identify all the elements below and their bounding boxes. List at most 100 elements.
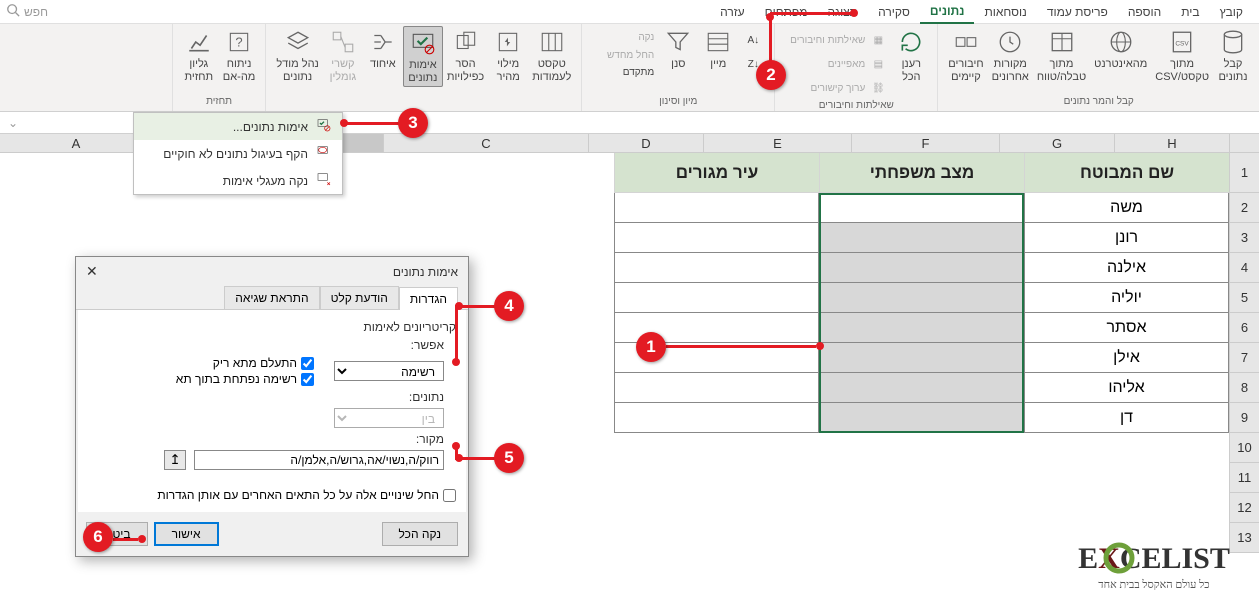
forecast-sheet-button[interactable]: גליון תחזית xyxy=(179,26,219,85)
columns-icon xyxy=(538,28,566,56)
forecast-icon xyxy=(185,28,213,56)
queries-connections-button[interactable]: ▦ שאילתות וחיבורים xyxy=(781,30,891,52)
row-header-9[interactable]: 9 xyxy=(1229,403,1259,433)
dropdown-item-circle-invalid[interactable]: הקף בעיגול נתונים לא חוקיים xyxy=(134,140,342,167)
dialog-tab-input-message[interactable]: הודעת קלט xyxy=(320,286,399,309)
column-header-G[interactable]: G xyxy=(999,134,1114,153)
table-cell[interactable]: משה xyxy=(1024,193,1229,223)
ribbon-group-data-tools: טקסט לעמודות מילוי מהיר הסר כפילויות אימ… xyxy=(265,24,581,111)
existing-connections-button[interactable]: חיבורים קיימים xyxy=(944,26,987,85)
row-header-8[interactable]: 8 xyxy=(1229,373,1259,403)
source-input[interactable] xyxy=(194,450,444,470)
get-data-button[interactable]: קבל נתונים xyxy=(1213,26,1253,85)
row-header-10[interactable]: 10 xyxy=(1229,433,1259,463)
data-model-button[interactable]: נהל מודל נתונים xyxy=(272,26,322,85)
in-cell-dropdown-checkbox[interactable]: רשימה נפתחת בתוך תא xyxy=(176,372,314,386)
row-header-12[interactable]: 12 xyxy=(1229,493,1259,523)
from-table-button[interactable]: מתוך טבלה/טווח xyxy=(1033,26,1090,85)
row-header-1[interactable]: 1 xyxy=(1229,153,1259,193)
row-headers: 12345678910111213 xyxy=(1229,134,1259,553)
column-header-H[interactable]: H xyxy=(1114,134,1229,153)
relationships-icon xyxy=(329,28,357,56)
range-picker-button[interactable]: ↥ xyxy=(164,450,186,470)
table-cell[interactable]: יוליה xyxy=(1024,283,1229,313)
table-cell[interactable] xyxy=(614,193,819,223)
allow-select[interactable]: רשימה xyxy=(334,361,444,381)
table-cell[interactable] xyxy=(819,253,1024,283)
refresh-all-button[interactable]: רענן הכל xyxy=(891,26,931,85)
header-cell[interactable]: שם המבוטח xyxy=(1024,153,1229,193)
table-cell[interactable]: דן xyxy=(1024,403,1229,433)
circle-invalid-icon xyxy=(316,144,332,163)
row-header-6[interactable]: 6 xyxy=(1229,313,1259,343)
tab-home[interactable]: בית xyxy=(1171,1,1209,23)
tab-help[interactable]: עזרה xyxy=(710,1,755,23)
text-to-columns-button[interactable]: טקסט לעמודות xyxy=(528,26,575,85)
ok-button[interactable]: אישור xyxy=(154,522,219,546)
header-cell[interactable]: מצב משפחתי xyxy=(819,153,1024,193)
table-cell[interactable] xyxy=(819,223,1024,253)
remove-duplicates-button[interactable]: הסר כפילויות xyxy=(443,26,488,85)
consolidate-button[interactable]: איחוד xyxy=(363,26,403,73)
row-header-4[interactable]: 4 xyxy=(1229,253,1259,283)
table-cell[interactable]: רונן xyxy=(1024,223,1229,253)
apply-all-checkbox[interactable]: החל שינויים אלה על כל התאים האחרים עם או… xyxy=(88,488,456,502)
column-header-E[interactable]: E xyxy=(703,134,851,153)
tab-data[interactable]: נתונים xyxy=(920,0,975,24)
tab-file[interactable]: קובץ xyxy=(1210,1,1253,23)
from-text-button[interactable]: CSV מתוך טקסט/CSV xyxy=(1151,26,1213,85)
sort-button[interactable]: מיין xyxy=(698,26,738,73)
row-header-11[interactable]: 11 xyxy=(1229,463,1259,493)
data-model-icon xyxy=(284,28,312,56)
ignore-blank-checkbox[interactable]: התעלם מתא ריק xyxy=(176,356,314,370)
table-cell[interactable] xyxy=(614,223,819,253)
table-cell[interactable]: אילן xyxy=(1024,343,1229,373)
table-cell[interactable] xyxy=(819,373,1024,403)
svg-text:CSV: CSV xyxy=(1175,40,1189,47)
select-all-corner[interactable] xyxy=(1229,134,1259,153)
table-cell[interactable] xyxy=(614,373,819,403)
tab-formulas[interactable]: נוסחאות xyxy=(974,1,1036,23)
ribbon-group-queries: רענן הכל ▦ שאילתות וחיבורים ▤ מאפיינים ⛓… xyxy=(774,24,937,111)
table-cell[interactable] xyxy=(819,283,1024,313)
column-header-F[interactable]: F xyxy=(851,134,999,153)
sort-az-button[interactable]: ↓A xyxy=(738,30,768,52)
table-cell[interactable]: אסתר xyxy=(1024,313,1229,343)
dialog-title: אימות נתונים xyxy=(393,265,458,279)
recent-sources-button[interactable]: מקורות אחרונים xyxy=(988,26,1033,85)
link-icon: ⛓ xyxy=(869,80,887,98)
table-cell[interactable]: אליהו xyxy=(1024,373,1229,403)
table-cell[interactable] xyxy=(819,343,1024,373)
table-cell[interactable] xyxy=(614,283,819,313)
group-label: מיון וסינון xyxy=(659,96,697,109)
filter-button[interactable]: סנן xyxy=(658,26,698,73)
table-cell[interactable] xyxy=(614,403,819,433)
row-header-3[interactable]: 3 xyxy=(1229,223,1259,253)
table-cell[interactable]: אילנה xyxy=(1024,253,1229,283)
whatif-button[interactable]: ? ניתוח מה-אם xyxy=(219,26,260,85)
row-header-2[interactable]: 2 xyxy=(1229,193,1259,223)
dropdown-item-clear-circles[interactable]: נקה מעגלי אימות xyxy=(134,167,342,194)
tab-pagelayout[interactable]: פריסת עמוד xyxy=(1037,1,1118,23)
row-header-5[interactable]: 5 xyxy=(1229,283,1259,313)
close-button[interactable]: ✕ xyxy=(86,263,98,280)
table-cell[interactable] xyxy=(819,403,1024,433)
table-cell[interactable] xyxy=(614,253,819,283)
header-cell[interactable]: עיר מגורים xyxy=(614,153,819,193)
tell-me-search[interactable]: חפש xyxy=(6,3,48,20)
clear-all-button[interactable]: נקה הכל xyxy=(382,522,458,546)
tab-insert[interactable]: הוספה xyxy=(1118,1,1171,23)
table-cell[interactable] xyxy=(819,193,1024,223)
row-header-7[interactable]: 7 xyxy=(1229,343,1259,373)
advanced-filter-button[interactable]: מתקדם xyxy=(588,65,658,81)
flash-fill-button[interactable]: מילוי מהיר xyxy=(488,26,528,85)
tab-review[interactable]: סקירה xyxy=(868,1,920,23)
column-header-D[interactable]: D xyxy=(588,134,703,153)
table-cell[interactable] xyxy=(819,313,1024,343)
data-validation-button[interactable]: אימות נתונים xyxy=(403,26,443,87)
dialog-tab-settings[interactable]: הגדרות xyxy=(399,287,458,310)
dialog-tab-error-alert[interactable]: התראת שגיאה xyxy=(224,286,319,309)
dropdown-item-validation[interactable]: אימות נתונים... xyxy=(134,113,342,140)
from-web-button[interactable]: מהאינטרנט xyxy=(1090,26,1151,73)
dropdown-arrow-icon[interactable]: ⌄ xyxy=(8,116,18,130)
